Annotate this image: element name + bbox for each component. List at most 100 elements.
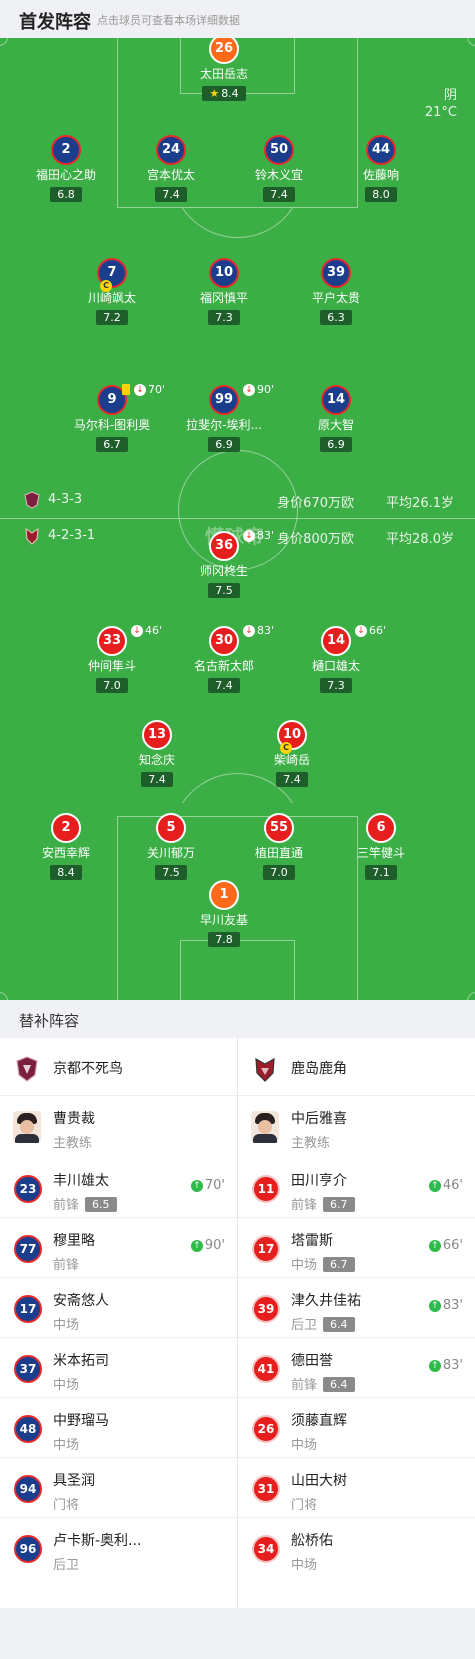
bench-player-row[interactable]: 96 卢卡斯-奥利... 后卫: [0, 1518, 237, 1578]
player-name: 拉斐尔-埃利...: [186, 418, 262, 432]
substitution-minute: 70': [204, 1178, 225, 1193]
bench-player-row[interactable]: 34 舩桥佑 中场: [238, 1518, 475, 1578]
player-away[interactable]: 99 拉斐尔-埃利... 6.9 ↓ 90': [159, 383, 289, 452]
bench-player-row[interactable]: 31 山田大树 门将: [238, 1458, 475, 1518]
player-name: 名古新太郎: [193, 659, 254, 673]
player-name: 福冈慎平: [199, 291, 248, 305]
position-label: 前锋: [53, 1258, 80, 1273]
player-away[interactable]: 44 佐藤响 8.0: [316, 135, 446, 202]
bench-team-row: 鹿岛鹿角: [238, 1038, 475, 1096]
player-rating: 6.9: [208, 437, 240, 452]
player-name: 柴崎岳: [273, 753, 310, 767]
substitution-in-icon: ↑: [428, 1359, 441, 1372]
player-rating: 7.5: [155, 865, 187, 880]
player-rating: 7.2: [96, 310, 128, 325]
bench-player-name: 米本拓司: [53, 1353, 109, 1369]
coach-row[interactable]: 曹贵裁 主教练: [0, 1096, 237, 1158]
away-formation: 4-3-3: [48, 492, 83, 507]
player-name: 川崎飒太: [87, 291, 136, 305]
bench-player-position: 中场 6.7: [291, 1254, 355, 1273]
avatar-suit: [253, 1134, 277, 1143]
player-home[interactable]: 6 三竿健斗 7.1: [316, 813, 446, 880]
player-rating: 7.4: [208, 678, 240, 693]
rating-value: 6.7: [103, 438, 121, 451]
jersey-number: 14: [321, 626, 351, 656]
weather-condition: 阴: [443, 88, 457, 103]
player-away[interactable]: 26 太田岳志 ★ 8.4: [159, 38, 289, 101]
bench-team-name: 京都不死鸟: [53, 1061, 123, 1077]
jersey-number: 26: [252, 1415, 280, 1443]
page-subtitle: 点击球员可查看本场详细数据: [97, 14, 240, 27]
jersey-number: 10: [209, 258, 239, 288]
kashima-crest-icon: [255, 1057, 275, 1082]
rating-value: 7.4: [283, 773, 301, 786]
player-away[interactable]: 9 马尔科-图利奥 6.7 ↓ 70': [47, 383, 177, 452]
rating-value: 7.4: [215, 679, 233, 692]
jersey-number: 41: [252, 1355, 280, 1383]
player-away[interactable]: 10 福冈慎平 7.3: [159, 258, 289, 325]
jersey-number: 34: [252, 1535, 280, 1563]
rating-value: 6.8: [57, 188, 75, 201]
coach-row[interactable]: 中后雅喜 主教练: [238, 1096, 475, 1158]
bench-player-name: 安斋悠人: [53, 1293, 109, 1309]
position-label: 前锋: [291, 1378, 318, 1393]
coach-role: 主教练: [53, 1136, 93, 1151]
away-team-value: 身价670万欧: [277, 496, 354, 511]
player-rating: 6.7: [96, 437, 128, 452]
jersey-number: 5: [156, 813, 186, 843]
bench-player-row[interactable]: 17 安斋悠人 中场: [0, 1278, 237, 1338]
bench-player-position: 中场: [53, 1374, 79, 1393]
player-home[interactable]: 33 仲间隼斗 7.0 ↓ 46': [47, 624, 177, 693]
bench-player-row[interactable]: 48 中野瑠马 中场: [0, 1398, 237, 1458]
substitution-out-icon: ↓: [243, 383, 255, 396]
bench-player-row[interactable]: 37 米本拓司中场: [0, 1338, 237, 1398]
player-away[interactable]: 7 川崎飒太 7.2 C: [47, 258, 177, 325]
player-rating: 6.8: [50, 187, 82, 202]
rating-value: 8.4: [221, 87, 239, 100]
jersey-number: 37: [14, 1355, 42, 1383]
position-label: 门将: [53, 1498, 80, 1513]
substitution-out-icon: ↓: [134, 383, 146, 396]
player-home[interactable]: 30 名古新太郎 7.4 ↓ 83': [159, 624, 289, 693]
kyoto-crest-icon: [24, 491, 40, 509]
substitution-minute: 66': [442, 1238, 463, 1253]
jersey-number: 99: [209, 385, 239, 415]
jersey-number: 2: [51, 813, 81, 843]
rating-value: 7.5: [162, 866, 180, 879]
bench-player-name: 山田大树: [291, 1473, 347, 1489]
bench-player-row[interactable]: 11 田川亨介 前锋 6.7 ↑ 46': [238, 1158, 475, 1218]
player-away[interactable]: 39 平户太贵 6.3: [271, 258, 401, 325]
avatar-face: [20, 1120, 34, 1134]
page-title: 首发阵容: [19, 12, 91, 33]
player-home[interactable]: 14 樋口雄太 7.3 ↓ 66': [271, 624, 401, 693]
bench-player-row[interactable]: 39 津久井佳祐 后卫 6.4 ↑ 83': [238, 1278, 475, 1338]
player-home[interactable]: 1 早川友基 7.8: [159, 880, 289, 947]
bench-player-row[interactable]: 17 塔雷斯 中场 6.7 ↑ 66': [238, 1218, 475, 1278]
substitution-out-icon: ↓: [355, 624, 367, 637]
bench-player-name: 田川亨介: [291, 1173, 347, 1189]
player-name: 平户太贵: [311, 291, 360, 305]
avatar-face: [258, 1120, 272, 1134]
bench-player-row[interactable]: 77 穆里略 前锋 ↑ 90': [0, 1218, 237, 1278]
substitution-in: ↑ 70': [190, 1178, 225, 1193]
substitution-in: ↑ 83': [428, 1358, 463, 1373]
player-home[interactable]: 13 知念庆 7.4: [92, 720, 222, 787]
jersey-number: 30: [209, 626, 239, 656]
bench-player-row[interactable]: 26 须藤直辉 中场: [238, 1398, 475, 1458]
player-away[interactable]: 14 原大智 6.9: [271, 385, 401, 452]
position-label: 中场: [291, 1558, 318, 1573]
jersey-number: 94: [14, 1475, 42, 1503]
bench-player-position: 门将: [291, 1494, 317, 1513]
bench-player-row[interactable]: 23 丰川雄太 前锋 6.5 ↑ 70': [0, 1158, 237, 1218]
substitution-out-icon: ↓: [131, 624, 143, 637]
bench-player-row[interactable]: 94 具圣润 门将: [0, 1458, 237, 1518]
player-rating: 6.3: [320, 310, 352, 325]
player-home[interactable]: 10 柴崎岳 7.4 C: [227, 720, 357, 787]
jersey-number: 44: [366, 135, 396, 165]
bench-player-row[interactable]: 41 德田誉 前锋 6.4 ↑ 83': [238, 1338, 475, 1398]
substitution-event: ↓ 90': [243, 383, 274, 396]
position-label: 中场: [53, 1378, 80, 1393]
substitution-minute: 83': [442, 1358, 463, 1373]
jersey-number: 39: [321, 258, 351, 288]
coach-name: 中后雅喜: [291, 1111, 347, 1127]
